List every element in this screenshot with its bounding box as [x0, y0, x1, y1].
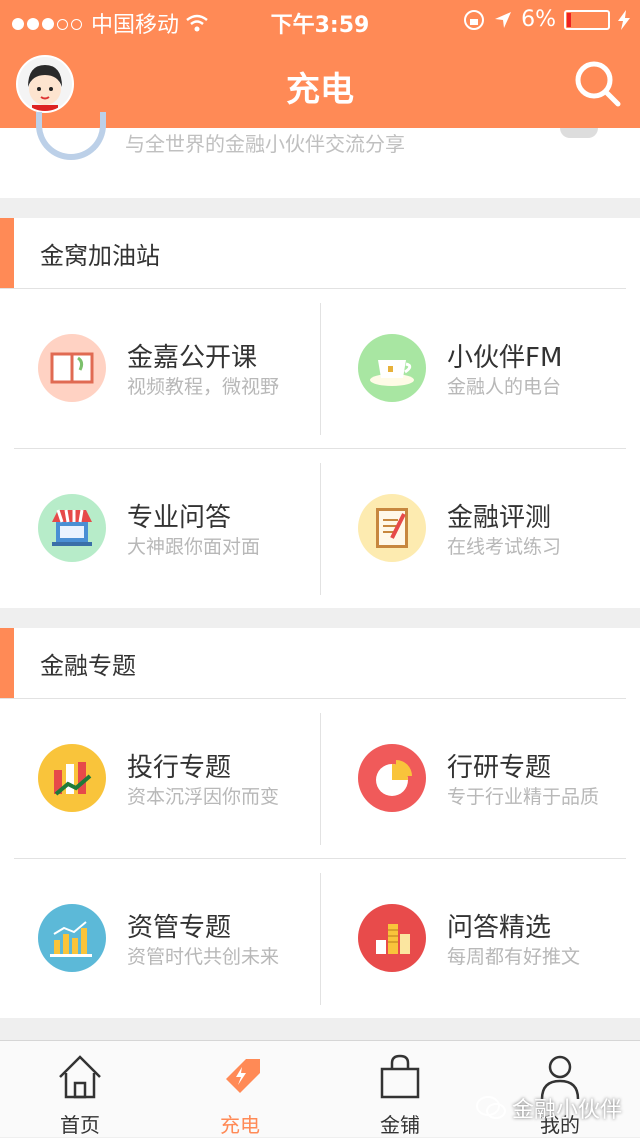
- item-desc: 专于行业精于品质: [447, 786, 600, 808]
- item-name: 问答精选: [447, 913, 552, 943]
- section-title: 金融专题: [40, 652, 136, 680]
- item-name: 行研专题: [447, 753, 552, 783]
- item-industry-research[interactable]: 行研专题 专于行业精于品质: [320, 699, 640, 859]
- watermark: 金融小伙伴: [476, 1092, 622, 1124]
- battery-icon: [564, 9, 610, 30]
- charging-bolt-icon: [618, 9, 630, 30]
- section-header: 金窝加油站: [0, 218, 626, 289]
- page-title: 充电: [286, 70, 354, 110]
- notebook-icon: [358, 494, 426, 562]
- item-desc: 每周都有好推文: [447, 946, 581, 968]
- item-open-course[interactable]: 金嘉公开课 视频教程，微视野: [0, 289, 320, 449]
- rising-chart-icon: [38, 744, 106, 812]
- item-desc: 视频教程，微视野: [127, 376, 280, 398]
- section-jinwo: 金窝加油站 金嘉公开课 视频教程，微视野 小伙伴FM 金融人的电台 专业问答 大…: [0, 218, 640, 608]
- watermark-text: 金融小伙伴: [512, 1098, 623, 1123]
- status-bar: 中国移动 下午3:59 6%: [0, 0, 640, 40]
- item-fm[interactable]: 小伙伴FM 金融人的电台: [320, 289, 640, 449]
- rotation-lock-icon: [464, 9, 485, 30]
- shopping-bag-icon: [380, 1054, 420, 1099]
- item-name: 金嘉公开课: [127, 343, 258, 373]
- tab-label: 首页: [60, 1113, 100, 1137]
- item-desc: 资管时代共创未来: [127, 946, 280, 968]
- item-name: 专业问答: [127, 503, 232, 533]
- tab-charge[interactable]: 充电: [160, 1041, 320, 1137]
- status-right: 6%: [463, 7, 630, 32]
- tab-label: 金铺: [380, 1113, 420, 1137]
- close-icon[interactable]: [560, 128, 598, 138]
- item-qa-selection[interactable]: 问答精选 每周都有好推文: [320, 859, 640, 1019]
- section-accent-bar: [0, 628, 14, 698]
- location-arrow-icon: [495, 11, 512, 28]
- tab-home[interactable]: 首页: [0, 1041, 160, 1137]
- item-test[interactable]: 金融评测 在线考试练习: [320, 449, 640, 609]
- item-desc: 在线考试练习: [447, 536, 562, 558]
- community-subtitle: 与全世界的金融小伙伴交流分享: [125, 132, 405, 156]
- item-desc: 大神跟你面对面: [127, 536, 261, 558]
- item-name: 投行专题: [127, 753, 232, 783]
- home-icon: [59, 1055, 101, 1099]
- coins-icon: [358, 904, 426, 972]
- section-finance-topics: 金融专题 投行专题 资本沉浮因你而变 行研专题 专于行业精于品质 资管专题 资管…: [0, 628, 640, 1018]
- item-investment-banking[interactable]: 投行专题 资本沉浮因你而变: [0, 699, 320, 859]
- search-icon[interactable]: [572, 58, 622, 108]
- item-desc: 资本沉浮因你而变: [127, 786, 280, 808]
- community-icon: [36, 112, 106, 160]
- tab-label: 充电: [220, 1113, 260, 1137]
- community-card[interactable]: 与全世界的金融小伙伴交流分享: [0, 112, 640, 198]
- item-name: 金融评测: [447, 503, 552, 533]
- tab-shop[interactable]: 金铺: [320, 1041, 480, 1137]
- battery-percent: 6%: [521, 7, 556, 32]
- section-accent-bar: [0, 218, 14, 288]
- item-name: 小伙伴FM: [447, 343, 563, 373]
- teacup-icon: [358, 334, 426, 402]
- item-asset-management[interactable]: 资管专题 资管时代共创未来: [0, 859, 320, 1019]
- book-icon: [38, 334, 106, 402]
- lightning-tag-icon: [226, 1059, 260, 1093]
- bar-chart-icon: [38, 904, 106, 972]
- wechat-icon: [476, 1096, 506, 1119]
- section-header: 金融专题: [0, 628, 626, 699]
- item-name: 资管专题: [127, 913, 232, 943]
- section-title: 金窝加油站: [40, 242, 160, 270]
- shop-icon: [38, 494, 106, 562]
- item-qa[interactable]: 专业问答 大神跟你面对面: [0, 449, 320, 609]
- item-desc: 金融人的电台: [447, 376, 562, 398]
- pie-chart-icon: [358, 744, 426, 812]
